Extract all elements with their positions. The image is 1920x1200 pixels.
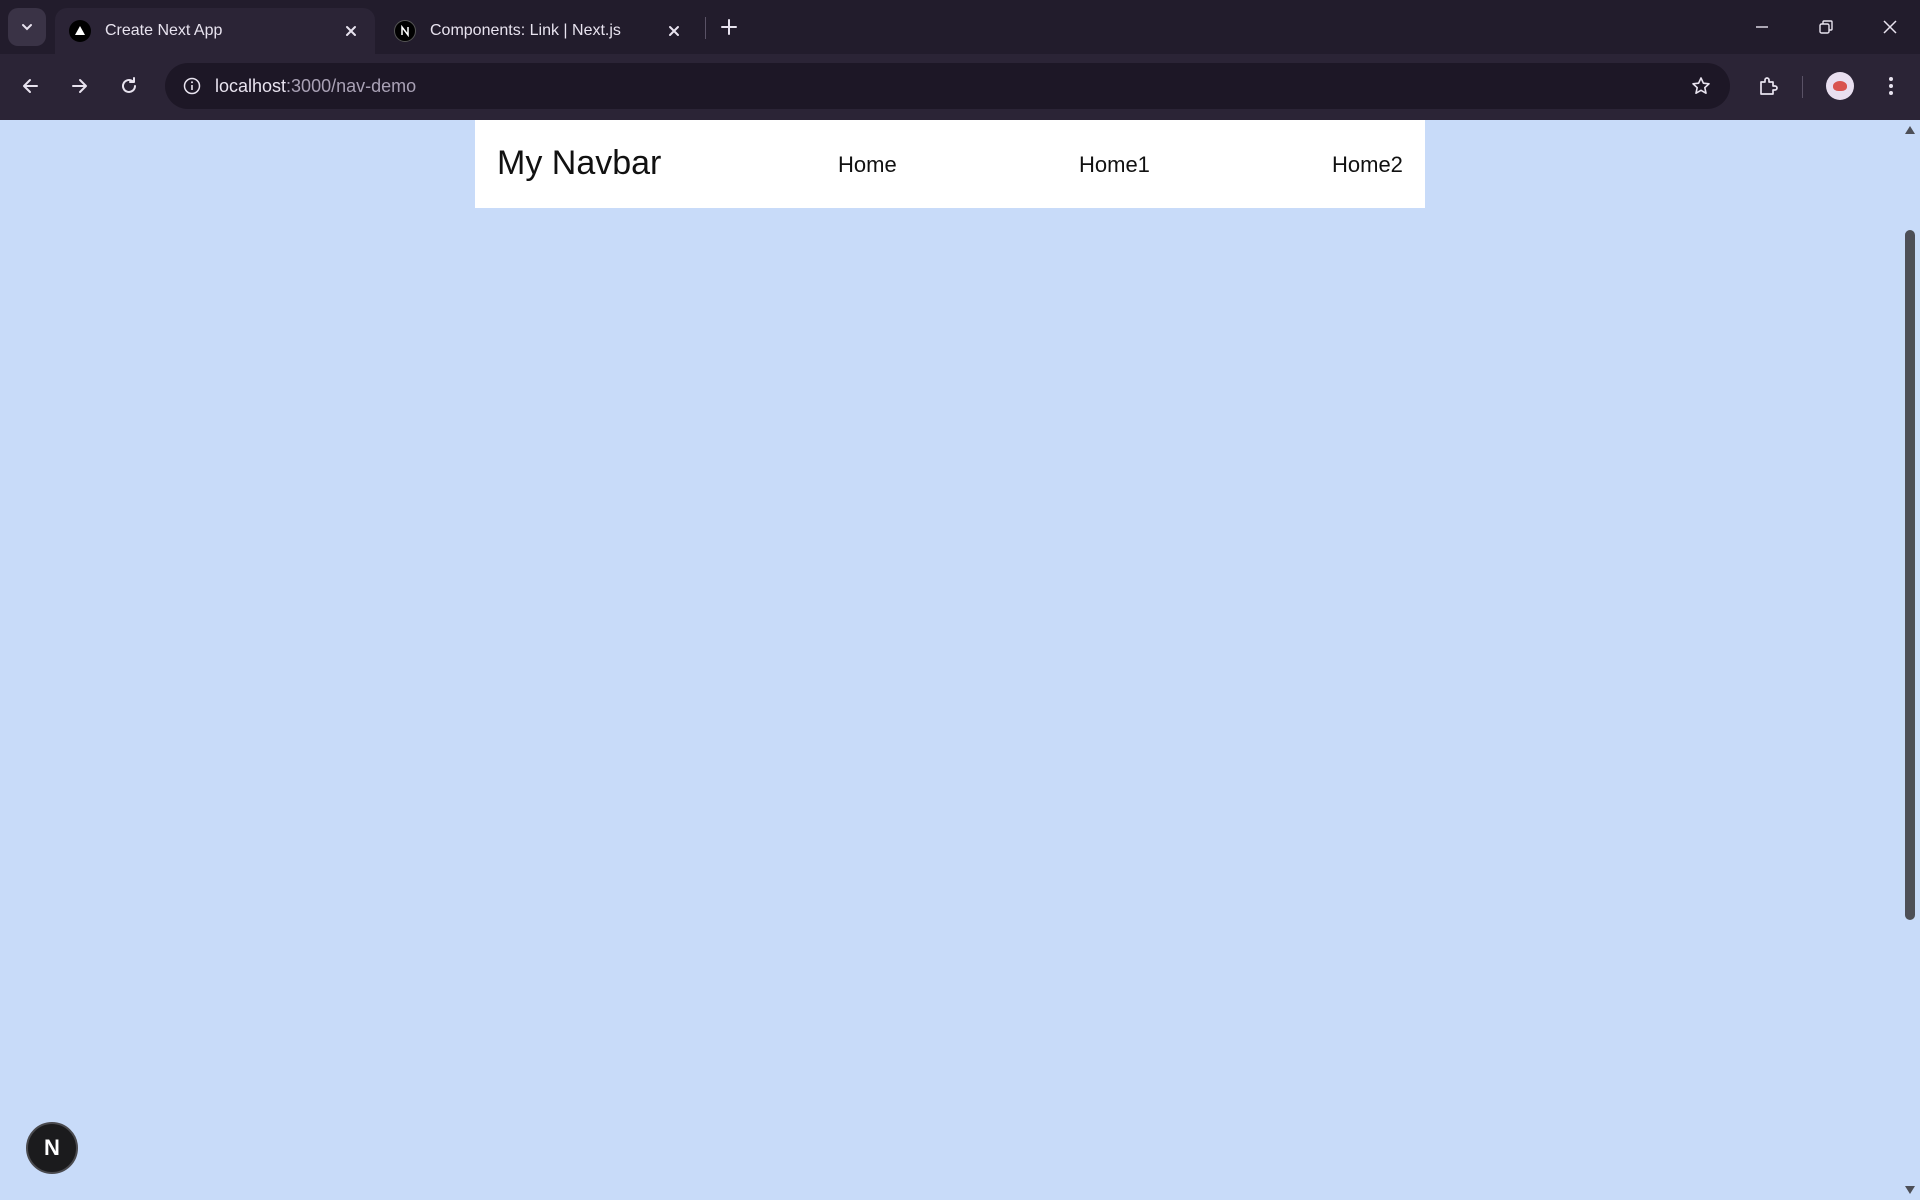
browser-menu-button[interactable]: [1871, 66, 1911, 106]
new-tab-button[interactable]: [714, 12, 744, 42]
kebab-menu-icon: [1889, 77, 1893, 95]
tab-search-button[interactable]: [8, 8, 46, 46]
tab-divider: [705, 17, 706, 39]
avatar: [1826, 72, 1854, 100]
plus-icon: [721, 19, 737, 35]
minimize-button[interactable]: [1736, 6, 1788, 48]
nextjs-icon: N: [44, 1135, 60, 1160]
forward-button[interactable]: [59, 66, 99, 106]
scroll-up-arrow-icon[interactable]: [1904, 124, 1916, 136]
nextjs-icon: [394, 20, 416, 42]
close-window-button[interactable]: [1864, 6, 1916, 48]
site-info-icon[interactable]: [177, 71, 207, 101]
nextjs-dev-indicator-button[interactable]: N: [26, 1122, 78, 1174]
navbar-brand: My Navbar: [497, 144, 662, 182]
nav-link-home2[interactable]: Home2: [1332, 152, 1403, 178]
restore-icon: [1819, 20, 1833, 34]
url-text: localhost:3000/nav-demo: [215, 76, 416, 97]
browser-toolbar: localhost:3000/nav-demo: [0, 54, 1920, 120]
reload-icon: [122, 77, 136, 93]
tab-title: Create Next App: [105, 22, 223, 39]
url-host: localhost: [215, 76, 287, 96]
nav-link-home[interactable]: Home: [838, 152, 897, 178]
page-viewport: My Navbar Home Home1 Home2: [0, 120, 1900, 1200]
browser-chrome: Create Next App Components: Link | Next.…: [0, 0, 1920, 120]
triangle-icon: [69, 20, 91, 42]
scrollbar-thumb[interactable]: [1905, 230, 1915, 920]
reload-button[interactable]: [109, 66, 149, 106]
profile-button[interactable]: [1820, 66, 1860, 106]
minimize-icon: [1756, 26, 1768, 28]
toolbar-divider: [1802, 76, 1803, 98]
page-scrollbar[interactable]: [1900, 120, 1920, 1200]
chevron-down-icon: [22, 24, 32, 31]
tab-create-next-app[interactable]: Create Next App: [55, 8, 375, 54]
back-button[interactable]: [11, 66, 51, 106]
close-icon[interactable]: [337, 17, 365, 45]
scroll-down-arrow-icon[interactable]: [1904, 1184, 1916, 1196]
nav-link-home1[interactable]: Home1: [1079, 152, 1150, 178]
tab-title: Components: Link | Next.js: [430, 22, 621, 39]
address-bar[interactable]: localhost:3000/nav-demo: [165, 63, 1730, 109]
close-icon: [1883, 20, 1897, 34]
arrow-right-icon: [72, 79, 87, 93]
url-path: :3000/nav-demo: [286, 76, 417, 96]
navbar: My Navbar Home Home1 Home2: [475, 120, 1425, 208]
bookmark-star-icon[interactable]: [1686, 71, 1716, 101]
tab-components-link[interactable]: Components: Link | Next.js: [380, 8, 698, 54]
arrow-left-icon: [23, 79, 38, 93]
tab-strip: Create Next App Components: Link | Next.…: [0, 0, 1920, 54]
restore-button[interactable]: [1800, 6, 1852, 48]
close-icon[interactable]: [660, 17, 688, 45]
extensions-button[interactable]: [1748, 66, 1788, 106]
puzzle-icon: [1760, 77, 1778, 95]
